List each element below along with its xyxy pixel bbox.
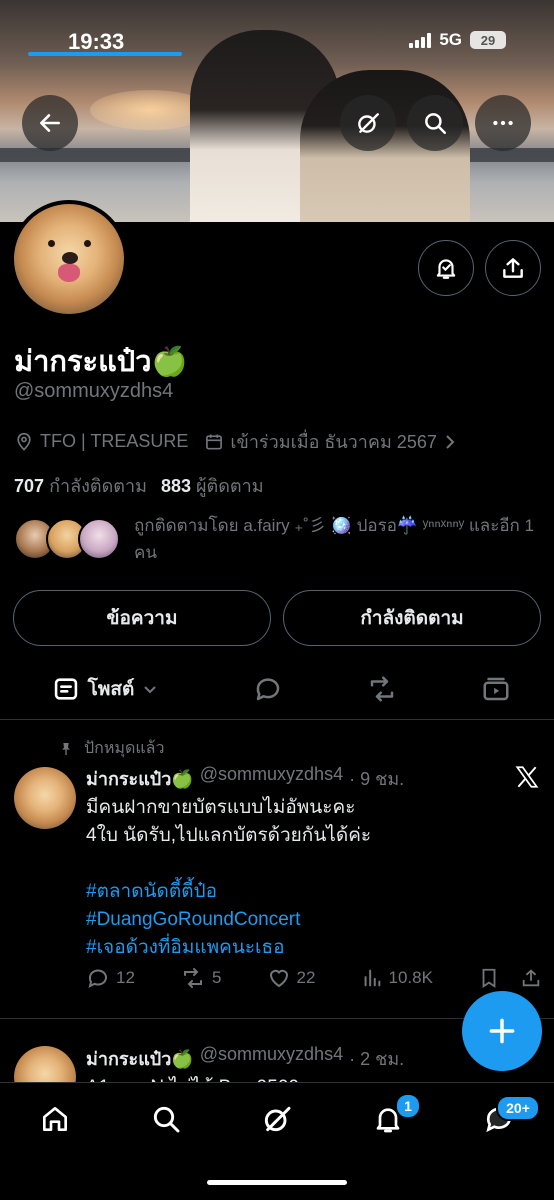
post-author-handle: @sommuxyzdhs4: [199, 1044, 344, 1064]
share-button[interactable]: [485, 240, 541, 296]
search-button[interactable]: [407, 95, 463, 151]
followed-by-text: ถูกติดตามโดย a.fairy ₊˚彡 🪩 ปอรอ☔️ ʸⁿⁿˣⁿⁿ…: [134, 516, 535, 562]
messages-badge: 20+: [496, 1095, 540, 1121]
bookmark-icon[interactable]: [478, 967, 500, 989]
tab-posts-label: โพสต์: [87, 679, 135, 700]
back-button[interactable]: [22, 95, 78, 151]
repost-icon: [370, 676, 394, 702]
battery-icon: 29: [470, 31, 506, 49]
like-button[interactable]: 22: [267, 966, 315, 990]
hashtag-link[interactable]: #DuangGoRoundConcert: [86, 906, 516, 934]
following-link[interactable]: 707 กำลังติดตาม: [14, 471, 147, 500]
reply-icon: [256, 678, 280, 701]
bell-check-icon: [436, 259, 456, 279]
network-label: 5G: [439, 30, 462, 49]
more-button[interactable]: [475, 95, 531, 151]
post-header: ม่ากระแป๋ว🍏 @sommuxyzdhs4 · 2 ชม.: [86, 1044, 404, 1073]
nav-grok[interactable]: [247, 1099, 307, 1139]
grok-button[interactable]: [340, 95, 396, 151]
follower-avatars: [14, 512, 124, 560]
post-author-handle: @sommuxyzdhs4: [199, 764, 344, 784]
hashtag-link[interactable]: #ตลาดนัดตี้ตี้ป๋อ: [86, 878, 516, 906]
location-icon: [17, 432, 31, 451]
nav-search[interactable]: [136, 1099, 196, 1139]
more-icon: [493, 120, 513, 126]
followers-link[interactable]: 883 ผู้ติดตาม: [161, 471, 264, 500]
post-header: ม่ากระแป๋ว🍏 @sommuxyzdhs4 · 9 ชม.: [86, 764, 404, 793]
chevron-right-icon: [446, 434, 455, 449]
nav-home[interactable]: [25, 1099, 85, 1139]
tab-media[interactable]: [466, 662, 526, 716]
home-indicator[interactable]: [207, 1180, 347, 1185]
calendar-icon: [206, 434, 223, 449]
arrow-left-icon: [40, 114, 60, 132]
post-body[interactable]: มีคนฝากขายบัตรแบบไม่อัพนะคะ 4ใบ นัดรับ,ไ…: [86, 794, 516, 962]
x-logo-icon: [515, 766, 539, 788]
pinned-label: ปักหมุดแล้ว: [58, 736, 164, 761]
repost-icon: [183, 968, 202, 988]
pin-icon: [62, 742, 70, 755]
post-text-line: 4ใบ นัดรับ,ไปแลกบัตรด้วยกันได้ค่ะ: [86, 825, 372, 846]
grok-icon: [264, 1106, 291, 1132]
avatar-tongue: [58, 264, 80, 282]
tab-replies[interactable]: [238, 662, 298, 716]
profile-joined[interactable]: เข้าร่วมเมื่อ ธันวาคม 2567: [230, 427, 437, 456]
tab-reposts[interactable]: [352, 662, 412, 716]
profile-tabs: โพสต์: [0, 662, 554, 720]
apple-emoji: 🍏: [151, 346, 188, 378]
post-source-x-icon: [514, 764, 540, 790]
post-time: · 9 ชม.: [349, 769, 405, 789]
avatar-nose: [62, 252, 78, 264]
post-avatar[interactable]: [14, 767, 76, 829]
post-text-line: มีคนฝากขายบัตรแบบไม่อัพนะคะ: [86, 797, 356, 818]
avatar: [78, 518, 120, 560]
notify-button[interactable]: [418, 240, 474, 296]
follow-counts: 707 กำลังติดตาม 883 ผู้ติดตาม: [14, 471, 264, 500]
video-icon: [483, 677, 509, 701]
notifications-badge: 1: [395, 1093, 421, 1119]
views-icon: [364, 969, 380, 987]
tab-posts[interactable]: โพสต์: [28, 662, 182, 716]
hashtag-link[interactable]: #เจอด้วงที่อิมแพคนะเธอ: [86, 934, 516, 962]
message-button[interactable]: ข้อความ: [13, 590, 271, 646]
reply-icon: [88, 969, 107, 988]
home-icon: [43, 1107, 67, 1131]
tab-indicator: [28, 52, 182, 56]
post-extra-actions: [478, 967, 542, 989]
profile-name: ม่ากระแป๋ว🍏: [14, 346, 188, 378]
share-icon[interactable]: [520, 967, 542, 989]
repost-button[interactable]: 5: [180, 966, 221, 990]
post-actions: 12 5 22 10.8K: [86, 966, 542, 990]
status-indicators: 5G 29: [409, 30, 506, 50]
profile-location: TFO | TREASURE: [40, 431, 189, 451]
grok-icon: [358, 113, 379, 133]
profile-avatar[interactable]: [10, 200, 128, 318]
following-button[interactable]: กำลังติดตาม: [283, 590, 541, 646]
post-author-name[interactable]: ม่ากระแป๋ว🍏: [86, 764, 194, 793]
profile-handle: @sommuxyzdhs4: [14, 380, 174, 402]
search-icon: [425, 113, 446, 134]
post-time: · 2 ชม.: [349, 1049, 405, 1069]
compose-button[interactable]: [462, 991, 542, 1071]
reply-button[interactable]: 12: [86, 966, 135, 990]
search-icon: [153, 1106, 180, 1133]
avatar-eye: [84, 240, 91, 247]
share-icon: [503, 258, 523, 278]
views-button[interactable]: 10.8K: [361, 967, 433, 989]
profile-meta: TFO | TREASURE เข้าร่วมเมื่อ ธันวาคม 256…: [14, 427, 457, 456]
heart-icon: [269, 969, 288, 988]
post-list-icon: [54, 678, 77, 700]
avatar-eye: [48, 240, 55, 247]
chevron-down-icon: [144, 686, 157, 694]
followed-by-row[interactable]: ถูกติดตามโดย a.fairy ₊˚彡 🪩 ปอรอ☔️ ʸⁿⁿˣⁿⁿ…: [14, 512, 544, 566]
post-author-name[interactable]: ม่ากระแป๋ว🍏: [86, 1044, 194, 1073]
signal-icon: [409, 32, 432, 48]
plus-icon: [489, 1018, 515, 1044]
